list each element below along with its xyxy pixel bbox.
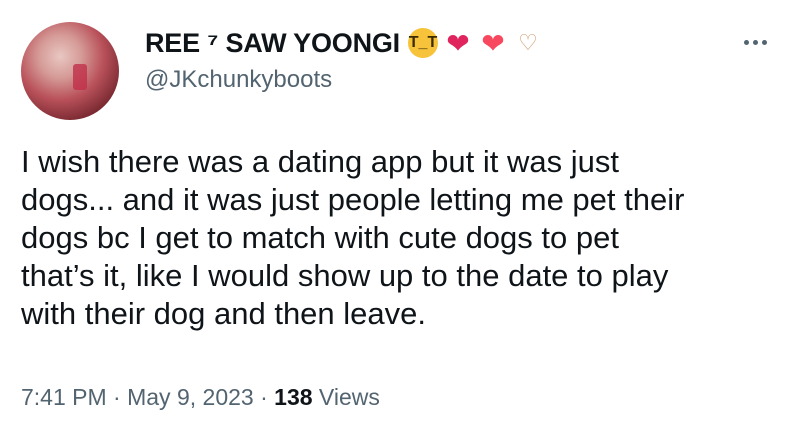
more-dot-icon bbox=[752, 39, 758, 45]
more-dot-icon bbox=[743, 39, 749, 45]
separator: · bbox=[113, 384, 121, 410]
views-count: 138 bbox=[274, 384, 313, 410]
name-emojis: T_T ❤ ❤ ♡ bbox=[408, 27, 543, 59]
more-options-button[interactable] bbox=[735, 22, 775, 62]
views-label: Views bbox=[318, 384, 380, 410]
avatar[interactable] bbox=[21, 22, 119, 120]
display-name[interactable]: REE ⁷ SAW YOONGI bbox=[145, 28, 400, 59]
tweet-text: I wish there was a dating app but it was… bbox=[21, 144, 685, 331]
author-name-row: REE ⁷ SAW YOONGI T_T ❤ ❤ ♡ bbox=[145, 25, 543, 61]
user-handle[interactable]: @JKchunkyboots bbox=[145, 66, 332, 94]
loudly-crying-face-icon: T_T bbox=[408, 28, 438, 58]
heart-hands-icon: ♡ bbox=[518, 30, 538, 55]
more-dot-icon bbox=[761, 39, 767, 45]
separator: · bbox=[260, 384, 268, 410]
two-hearts-icon: ❤ bbox=[446, 27, 470, 59]
heart-with-ribbon-icon: ❤ bbox=[481, 27, 505, 59]
tweet-metadata: 7:41 PM · May 9, 2023 · 138 Views bbox=[21, 384, 380, 411]
tweet-time[interactable]: 7:41 PM bbox=[21, 384, 107, 410]
tweet-date[interactable]: May 9, 2023 bbox=[127, 384, 254, 410]
